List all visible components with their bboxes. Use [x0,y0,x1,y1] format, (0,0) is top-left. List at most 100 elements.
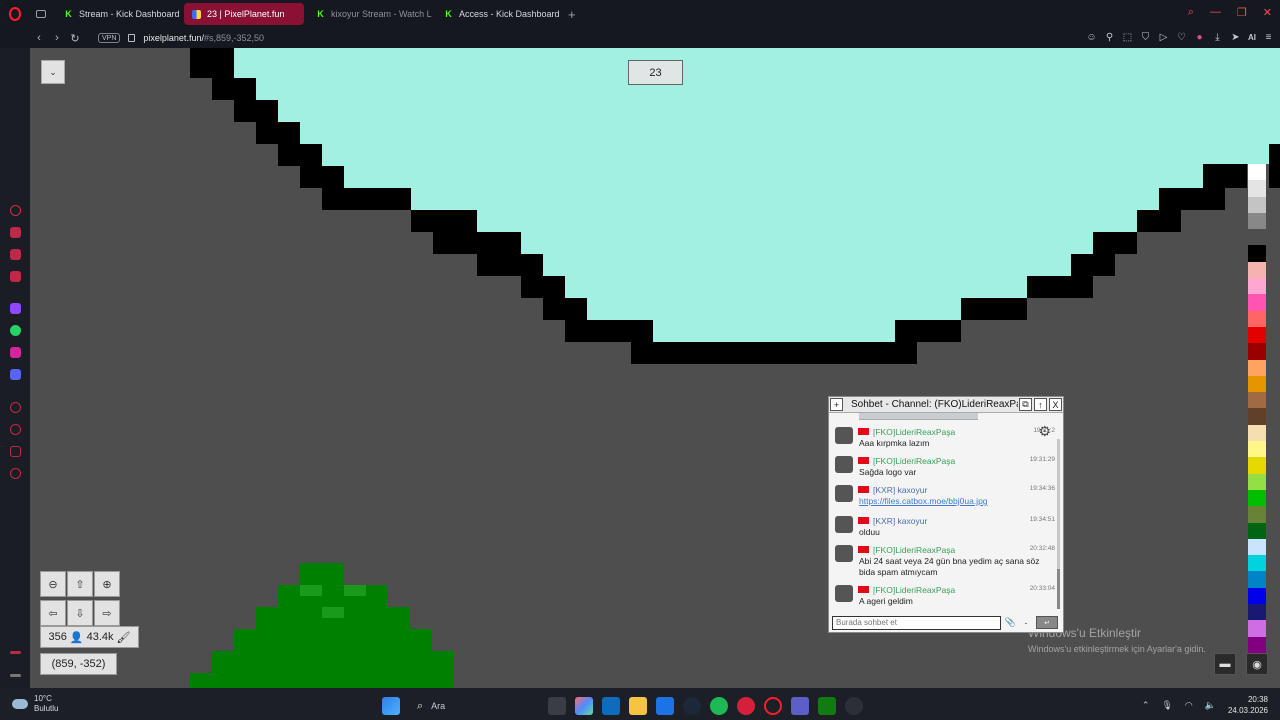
history-icon[interactable] [10,424,21,435]
pixel-canvas[interactable]: ⌄ 23 ⊖ ⇧ ⊕ ⇦ ⇩ ⇨ 356 👤 43.4k 🖌 (859, -35… [30,48,1280,688]
palette-swatch[interactable] [1248,326,1266,344]
instagram-icon[interactable] [10,347,21,358]
message-author[interactable]: [FKO]LideriReaxPaşa [873,585,955,595]
url-field[interactable]: pixelplanet.fun/#s,859,-352,50 [143,33,264,43]
reload-button[interactable]: ↻ [66,32,84,45]
message-author[interactable]: [FKO]LideriReaxPaşa [873,545,955,555]
move-up-button[interactable]: ⇧ [67,571,93,597]
palette-swatch[interactable] [1248,571,1266,588]
github-icon[interactable] [845,697,863,715]
sidebar-collapse-icon[interactable] [10,651,21,654]
palette-swatch[interactable] [1248,343,1266,360]
message-author[interactable]: [KXR] kaxoyur [873,485,927,495]
tab-pixelplanet[interactable]: 23 | PixelPlanet.fun [184,3,304,25]
move-right-button[interactable]: ⇨ [94,600,120,626]
chat-scrollbar[interactable] [1057,439,1060,609]
profile-icon[interactable]: ● [1194,32,1205,43]
tab-island-icon[interactable] [10,249,21,260]
task-view-icon[interactable] [548,697,566,715]
menu-icon[interactable]: ≡ [1263,32,1274,43]
chevron-up-icon[interactable]: ⌃ [1142,700,1150,711]
chat-mode-dash[interactable]: - [1019,618,1033,628]
copilot-icon[interactable] [575,697,593,715]
discord-icon[interactable] [10,369,21,380]
palette-swatch[interactable] [1248,489,1266,507]
palette-swatch[interactable] [1248,392,1266,409]
whatsapp-icon[interactable] [10,325,21,336]
palette-swatch[interactable] [1248,261,1266,279]
pinboard-icon[interactable] [10,271,21,282]
palette-swatch[interactable] [1248,229,1266,246]
lock-icon[interactable] [128,34,136,42]
menu-toggle-button[interactable]: ⌄ [41,60,65,84]
palette-swatch[interactable] [1248,587,1266,605]
send-icon[interactable]: ➤ [1230,32,1241,43]
twitch-icon[interactable] [10,303,21,314]
heart-icon[interactable]: ♡ [1176,32,1187,43]
ai-button[interactable]: AI [1248,32,1256,43]
store-icon[interactable] [656,697,674,715]
xbox-icon[interactable] [818,697,836,715]
tab-stream-kick-dashboard[interactable]: K Stream - Kick Dashboard [56,3,180,25]
player-icon[interactable] [10,402,21,413]
palette-swatch[interactable] [1248,424,1266,442]
chat-input[interactable] [832,615,1001,630]
maximize-button[interactable]: ❐ [1237,6,1247,19]
palette-swatch[interactable] [1248,294,1266,311]
image-preview[interactable] [859,413,978,420]
palette-swatch[interactable] [1248,604,1266,621]
palette-toggle-icon[interactable]: ◉ [1246,653,1268,675]
palette-swatch[interactable] [1248,359,1266,376]
palette-swatch[interactable] [1248,212,1266,230]
opera-logo-icon[interactable] [0,0,30,28]
volume-icon[interactable]: 🔈 [1205,700,1216,711]
avatar[interactable] [835,516,853,533]
wifi-icon[interactable]: ◠ [1185,700,1193,711]
steam-icon[interactable] [683,697,701,715]
tab-kixoyur-stream[interactable]: K kixoyur Stream - Watch Li [308,3,432,25]
palette-swatch[interactable] [1248,457,1266,474]
avatar[interactable] [835,485,853,502]
emoji-icon[interactable]: ☺ [1086,32,1097,43]
chat-title-bar[interactable]: + Sohbet - Channel: (FKO)LideriReaxPaşa … [829,397,1063,413]
opera-gx-icon[interactable] [737,697,755,715]
close-chat-button[interactable]: X [1049,398,1062,411]
avatar[interactable] [835,545,853,562]
play-icon[interactable]: ▷ [1158,32,1169,43]
chat-title[interactable]: Sohbet - Channel: (FKO)LideriReaxPaşa [844,399,1018,410]
outlook-icon[interactable] [602,697,620,715]
move-left-button[interactable]: ⇦ [40,600,66,626]
opera-icon[interactable] [764,697,782,715]
forward-button[interactable]: › [48,32,66,44]
popout-button[interactable]: ⧉ [1019,398,1032,411]
attach-icon[interactable]: 📎 [1004,616,1017,629]
avatar[interactable] [835,456,853,473]
maximize-chat-button[interactable]: ↑ [1034,398,1047,411]
palette-swatch[interactable] [1248,473,1266,490]
message-author[interactable]: [KXR] kaxoyur [873,516,927,526]
extension-icon[interactable]: ⚲ [1104,32,1115,43]
download-icon[interactable]: ⤓ [1212,32,1223,43]
palette-swatch[interactable] [1248,522,1266,539]
microphone-icon[interactable]: 🎙 [1161,700,1172,711]
taskbar-search[interactable]: ⌕ Ara [409,695,539,717]
palette-swatch[interactable] [1248,375,1266,393]
message-text[interactable]: https://files.catbox.moe/bbj0ua.jpg [859,496,1049,507]
chat-toggle-icon[interactable]: ▬ [1214,653,1236,675]
palette-swatch[interactable] [1248,441,1266,458]
shield-icon[interactable]: ⛉ [1140,32,1151,43]
wallet-icon[interactable] [10,227,21,238]
message-author[interactable]: [FKO]LideriReaxPaşa [873,427,955,437]
avatar[interactable] [835,427,853,444]
new-tab-button[interactable]: + [568,7,576,22]
back-button[interactable]: ‹ [30,32,48,44]
zoom-out-button[interactable]: ⊖ [40,571,66,597]
coordinates-display[interactable]: (859, -352) [40,653,117,675]
palette-swatch[interactable] [1248,310,1266,327]
palette-swatch[interactable] [1248,164,1266,181]
more-icon[interactable] [10,674,21,677]
clock[interactable]: 20:38 24.03.2026 [1228,694,1268,716]
palette-swatch[interactable] [1248,538,1266,556]
tab-overview-icon[interactable] [30,0,52,28]
message-author[interactable]: [FKO]LideriReaxPaşa [873,456,955,466]
